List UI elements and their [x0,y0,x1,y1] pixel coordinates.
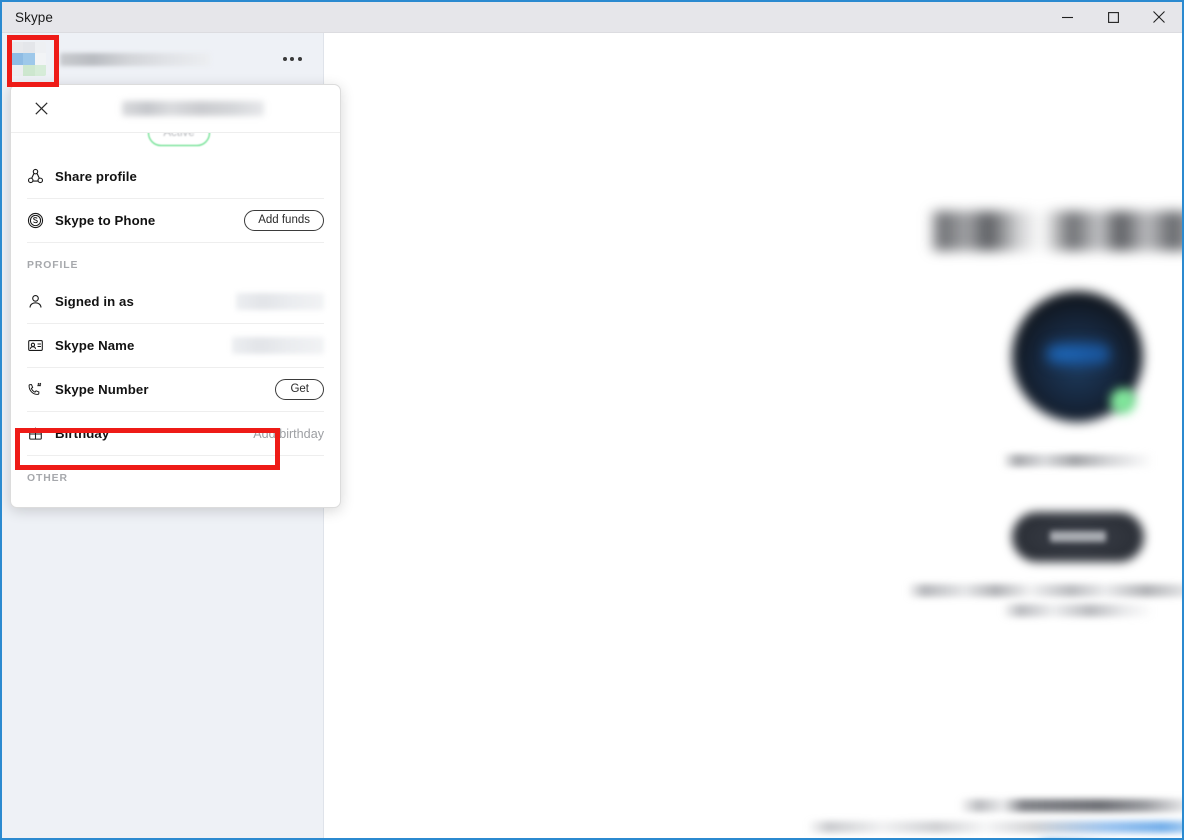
profile-subtitle-redacted [1002,454,1154,467]
flyout-scrollbar[interactable] [335,187,338,507]
maximize-icon [1107,11,1119,23]
minimize-icon [1061,16,1073,18]
add-funds-button[interactable]: Add funds [244,209,324,232]
flyout-row-birthday[interactable]: Birthday Add birthday [27,412,324,456]
flyout-close-button[interactable] [28,96,54,122]
sidebar-header [2,33,323,85]
sidebar-avatar[interactable] [12,42,46,76]
flyout-display-name-redacted [122,101,264,116]
gear-icon [27,506,55,507]
skype-credit-icon [27,212,55,229]
footer-line-2-redacted [807,821,1182,833]
flyout-row-action [236,293,324,310]
flyout-row-label: Skype Name [55,338,135,353]
flyout-row-share-profile[interactable]: Share profile [27,155,324,199]
flyout-row-label: Birthday [55,426,110,441]
ellipsis-dot-2 [290,57,294,61]
footer-line-1-redacted [959,799,1182,812]
phone-hash-icon [27,381,55,398]
status-badge-area: Active [27,133,324,155]
flyout-header [11,85,340,133]
signed-in-as-value-redacted [236,293,324,310]
main-content [324,33,1182,838]
flyout-row-skype-to-phone[interactable]: Skype to Phone Add funds [27,199,324,243]
close-icon [34,102,48,115]
description-line-2-redacted [1002,604,1154,617]
profile-title-redacted [928,211,1182,251]
ellipsis-dot-1 [282,57,287,61]
sidebar-display-name-redacted [60,52,210,66]
profile-flyout: Active Share profile Skype to Phone Add … [10,84,341,508]
app-title: Skype [15,9,54,25]
status-badge[interactable]: Active [148,133,210,146]
flyout-row-action [232,337,324,354]
share-icon [27,168,55,185]
settings-menu-row[interactable]: Settings [27,493,324,507]
flyout-row-skype-number[interactable]: Skype Number Get [27,368,324,412]
flyout-scroll-area[interactable]: Active Share profile Skype to Phone Add … [11,133,340,507]
flyout-row-label: Skype to Phone [55,213,156,228]
description-line-1-redacted [907,584,1182,597]
get-skype-number-button[interactable]: Get [275,378,324,401]
presence-indicator [1110,388,1136,414]
contact-card-icon [27,337,55,354]
profile-avatar-detail [1046,341,1110,367]
section-header-other: OTHER [27,473,68,484]
minimize-button[interactable] [1044,2,1090,33]
skype-window: Skype Active Share profile Skype to Phon… [0,0,1184,840]
flyout-row-action: Get [275,378,324,401]
add-birthday-link[interactable]: Add birthday [253,427,324,441]
ellipsis-dot-3 [297,57,302,61]
close-icon [1153,11,1165,23]
flyout-row-label: Share profile [55,169,137,184]
flyout-row-skype-name[interactable]: Skype Name [27,324,324,368]
flyout-row-action: Add birthday [253,427,324,441]
maximize-button[interactable] [1090,2,1136,33]
primary-action-button-label-redacted [1050,531,1106,542]
person-icon [27,293,55,310]
section-header-profile: PROFILE [27,260,79,271]
flyout-row-label: Signed in as [55,294,134,309]
flyout-row-action: Add funds [244,209,324,232]
skype-name-value-redacted [232,337,324,354]
title-bar: Skype [2,2,1182,33]
flyout-row-signed-in-as[interactable]: Signed in as [27,280,324,324]
gift-icon [27,425,55,442]
flyout-row-label: Skype Number [55,382,149,397]
close-button[interactable] [1136,2,1182,33]
sidebar-more-button[interactable] [275,42,309,76]
